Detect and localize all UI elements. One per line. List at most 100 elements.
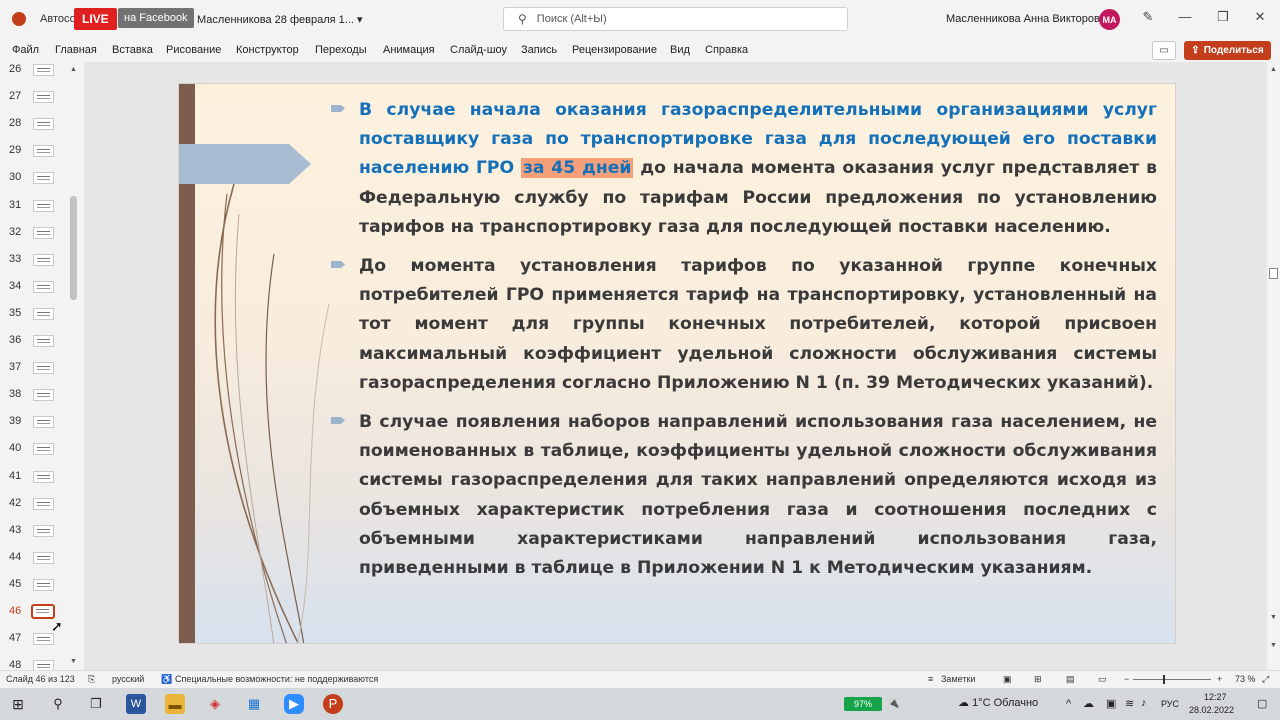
close-icon[interactable]: ✕ (1250, 9, 1270, 25)
slide-thumbnail-image[interactable] (33, 307, 54, 320)
slide-thumbnail-image[interactable] (33, 226, 54, 239)
normal-view-icon[interactable]: ▣ (1003, 674, 1012, 685)
slide-thumbnail-image[interactable] (33, 578, 54, 591)
battery-indicator[interactable]: 97% (844, 697, 882, 711)
slideshow-view-icon[interactable]: ▭ (1098, 674, 1107, 685)
slide-thumbnail-image[interactable] (33, 199, 54, 212)
language-indicator[interactable]: русский (112, 674, 144, 684)
notes-button[interactable]: Заметки (941, 674, 975, 684)
spellcheck-icon[interactable]: ⎘ (88, 674, 95, 685)
menu-insert[interactable]: Вставка (112, 44, 153, 56)
slide-thumbnail[interactable]: 38 (0, 388, 66, 415)
accessibility-status[interactable]: Специальные возможности: не поддерживают… (175, 674, 378, 684)
slide-thumbnail-image[interactable] (33, 253, 54, 266)
menu-home[interactable]: Главная (55, 44, 97, 56)
zoom-out-icon[interactable]: − (1124, 674, 1129, 684)
menu-view[interactable]: Вид (670, 44, 690, 56)
pen-icon[interactable]: ✎ (1138, 9, 1158, 25)
volume-icon[interactable]: ♪ (1141, 697, 1147, 709)
avatar[interactable]: МА (1099, 9, 1120, 30)
slide-thumbnail-image[interactable] (33, 145, 54, 158)
onedrive-icon[interactable]: ☁ (1083, 697, 1094, 710)
slide-thumbnail[interactable]: 45 (0, 578, 66, 605)
notifications-icon[interactable]: ▢ (1257, 697, 1267, 710)
slide-thumbnail[interactable]: 41 (0, 470, 66, 497)
document-title[interactable]: Масленникова 28 февраля 1... ▾ (197, 13, 363, 26)
slide-thumbnail[interactable]: 40 (0, 442, 66, 469)
slide-thumbnail[interactable]: 33 (0, 253, 66, 280)
slide-thumbnail-image[interactable] (33, 470, 54, 483)
slide-thumbnail-image[interactable] (33, 172, 54, 185)
menu-slideshow[interactable]: Слайд-шоу (450, 44, 507, 56)
slide-thumbnail[interactable]: 42 (0, 497, 66, 524)
comments-button[interactable]: ▭ (1152, 41, 1176, 60)
slide-thumbnail-image[interactable] (33, 64, 54, 76)
slide-thumbnail[interactable]: 26 (0, 63, 66, 90)
windows-start-icon[interactable]: ⊞ (8, 694, 28, 714)
slide-thumbnail-image[interactable] (33, 416, 54, 429)
slide-thumbnail[interactable]: 32 (0, 226, 66, 253)
language-indicator[interactable]: РУС (1161, 699, 1179, 709)
scrollbar-handle[interactable] (70, 196, 77, 300)
store-icon[interactable]: ▦ (244, 694, 264, 714)
slide-thumbnail-image[interactable] (33, 660, 54, 670)
menu-design[interactable]: Конструктор (236, 44, 299, 56)
slide-thumbnail[interactable]: 27 (0, 90, 66, 117)
slide-thumbnail[interactable]: 31 (0, 199, 66, 226)
share-button[interactable]: ⇪ Поделиться (1184, 41, 1271, 60)
slide-thumbnail[interactable]: 35 (0, 307, 66, 334)
reading-view-icon[interactable]: ▤ (1066, 674, 1075, 685)
slide-thumbnail[interactable]: 34 (0, 280, 66, 307)
thumbnail-scrollbar[interactable]: ▲ ▼ (67, 62, 81, 670)
zoom-slider-handle[interactable] (1163, 675, 1165, 684)
file-explorer-icon[interactable]: ▬ (165, 694, 185, 714)
scrollbar-handle[interactable] (1269, 268, 1278, 279)
editor-scrollbar[interactable]: ▲ ▼ ▼ (1267, 62, 1280, 670)
menu-review[interactable]: Рецензирование (572, 44, 657, 56)
menu-file[interactable]: Файл (12, 44, 39, 56)
weather-widget[interactable]: ☁ 1°C Облачно (958, 696, 1038, 709)
task-view-icon[interactable]: ❐ (86, 694, 106, 714)
slide-thumbnail[interactable]: 47 (0, 632, 66, 659)
zoom-level[interactable]: 73 % (1235, 674, 1256, 684)
menu-transitions[interactable]: Переходы (315, 44, 367, 56)
fit-to-window-icon[interactable]: ⤢ (1262, 674, 1269, 685)
slide-thumbnail[interactable]: 36 (0, 334, 66, 361)
clock-time[interactable]: 12:27 (1204, 692, 1227, 702)
zoom-app-icon[interactable]: ▶ (284, 694, 304, 714)
scroll-up-icon[interactable]: ▲ (70, 66, 77, 73)
search-icon[interactable]: ⚲ (48, 694, 68, 714)
user-name[interactable]: Масленникова Анна Викторовна (946, 13, 1112, 25)
menu-animations[interactable]: Анимация (383, 44, 435, 56)
maximize-icon[interactable]: ❐ (1213, 9, 1233, 25)
slide-thumbnail-image[interactable] (33, 551, 54, 564)
menu-draw[interactable]: Рисование (166, 44, 221, 56)
slide-thumbnail[interactable]: 43 (0, 524, 66, 551)
next-slide-icon[interactable]: ▼ (1270, 642, 1277, 649)
mcafee-icon[interactable]: ◈ (205, 694, 225, 714)
word-icon[interactable]: W (126, 694, 146, 714)
camera-icon[interactable]: ▣ (1106, 697, 1116, 710)
slide-thumbnail[interactable]: 39 (0, 415, 66, 442)
slide-thumbnail-image[interactable] (33, 118, 54, 131)
zoom-slider[interactable] (1133, 679, 1211, 680)
slide-thumbnail[interactable]: 30 (0, 171, 66, 198)
scroll-up-icon[interactable]: ▲ (1270, 66, 1277, 73)
slide-thumbnail[interactable]: 28 (0, 117, 66, 144)
slide-thumbnail-image[interactable] (33, 335, 54, 347)
slide-thumbnail[interactable]: 37 (0, 361, 66, 388)
slide-thumbnail-image[interactable] (33, 443, 54, 456)
slide-thumbnail-image[interactable] (31, 604, 55, 619)
slide-thumbnail-image[interactable] (33, 524, 54, 537)
menu-help[interactable]: Справка (705, 44, 748, 56)
tray-expand-icon[interactable]: ^ (1066, 698, 1071, 710)
slide-thumbnail[interactable]: 29 (0, 144, 66, 171)
powerpoint-taskbar-icon[interactable]: P (323, 694, 343, 714)
slide-thumbnail-image[interactable] (33, 280, 54, 293)
current-slide[interactable]: В случае начала оказания газораспределит… (178, 83, 1176, 644)
menu-record[interactable]: Запись (521, 44, 557, 56)
slide-thumbnail[interactable]: 44 (0, 551, 66, 578)
slide-thumbnail-image[interactable] (33, 389, 54, 402)
slide-sorter-icon[interactable]: ⊞ (1034, 674, 1042, 685)
wifi-icon[interactable]: ≋ (1125, 697, 1134, 710)
